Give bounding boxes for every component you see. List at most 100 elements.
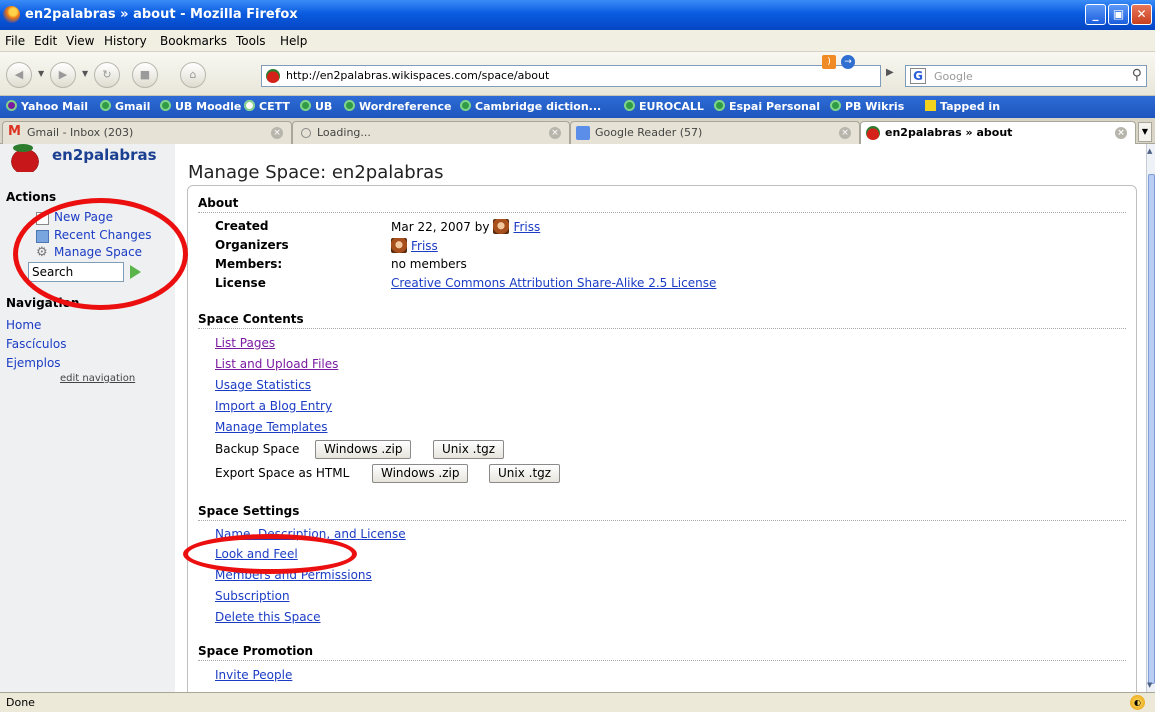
status-bar: Done ◐ bbox=[0, 692, 1155, 712]
status-text: Done bbox=[6, 696, 35, 709]
bookmark-globe-icon bbox=[300, 100, 311, 111]
space-promotion-heading: Space Promotion bbox=[198, 644, 1126, 661]
bookmark-wordreference[interactable]: Wordreference bbox=[344, 100, 451, 113]
backup-windows-zip-button[interactable]: Windows .zip bbox=[315, 440, 412, 459]
export-unix-tgz-button[interactable]: Unix .tgz bbox=[489, 464, 561, 483]
manage-templates-link[interactable]: Manage Templates bbox=[215, 420, 328, 434]
space-settings-heading: Space Settings bbox=[198, 504, 1126, 521]
organizers-label: Organizers bbox=[215, 238, 289, 252]
bookmark-espai-personal[interactable]: Espai Personal bbox=[714, 100, 820, 113]
sidebar-action-recent-changes[interactable]: Recent Changes bbox=[54, 228, 151, 242]
invite-people-link[interactable]: Invite People bbox=[215, 668, 292, 682]
backup-space-label: Backup Space bbox=[215, 442, 300, 456]
menu-bookmarks[interactable]: Bookmarks bbox=[160, 34, 227, 48]
usage-statistics-link[interactable]: Usage Statistics bbox=[215, 378, 311, 392]
bookmark-cambridge[interactable]: Cambridge diction... bbox=[460, 100, 601, 113]
go-icon[interactable]: → bbox=[841, 55, 855, 69]
scroll-down-icon[interactable]: ▼ bbox=[1147, 681, 1152, 689]
sidebar-search-input[interactable] bbox=[28, 262, 124, 282]
backup-unix-tgz-button[interactable]: Unix .tgz bbox=[433, 440, 505, 459]
stop-icon[interactable]: ■ bbox=[132, 62, 158, 88]
bookmark-cett[interactable]: CETT bbox=[244, 100, 290, 113]
bookmark-pb-wikris[interactable]: PB Wikris bbox=[830, 100, 904, 113]
created-label: Created bbox=[215, 219, 269, 233]
tab-en2palabras-about[interactable]: en2palabras » about × bbox=[860, 121, 1136, 145]
list-upload-files-link[interactable]: List and Upload Files bbox=[215, 357, 338, 371]
bookmark-ub-moodle[interactable]: UB Moodle bbox=[160, 100, 241, 113]
created-user-link[interactable]: Friss bbox=[513, 220, 540, 234]
site-name[interactable]: en2palabras bbox=[52, 146, 157, 164]
license-label: License bbox=[215, 276, 266, 290]
tab-close-icon[interactable]: × bbox=[271, 127, 283, 139]
export-html-label: Export Space as HTML bbox=[215, 466, 350, 480]
tapped-in-icon bbox=[925, 100, 936, 111]
bookmark-gmail[interactable]: Gmail bbox=[100, 100, 150, 113]
reload-icon[interactable]: ↻ bbox=[94, 62, 120, 88]
go-arrow-icon[interactable]: ▶ bbox=[886, 67, 894, 78]
scrollbar-thumb[interactable] bbox=[1148, 174, 1155, 684]
tab-loading[interactable]: Loading... × bbox=[292, 121, 570, 144]
close-button[interactable]: ✕ bbox=[1131, 4, 1152, 25]
delete-space-link[interactable]: Delete this Space bbox=[215, 610, 321, 624]
list-pages-link[interactable]: List Pages bbox=[215, 336, 275, 350]
maximize-button[interactable]: ▣ bbox=[1108, 4, 1129, 25]
bookmark-ub[interactable]: UB bbox=[300, 100, 332, 113]
back-history-chevron-icon[interactable]: ▼ bbox=[38, 69, 44, 78]
tab-list-chevron-down-icon[interactable]: ▼ bbox=[1138, 122, 1152, 142]
sidebar-action-new-page[interactable]: New Page bbox=[54, 210, 113, 224]
user-avatar bbox=[391, 238, 407, 253]
addon-status-icon[interactable]: ◐ bbox=[1130, 695, 1145, 710]
loading-icon bbox=[301, 128, 311, 138]
search-icon[interactable]: ⚲ bbox=[1132, 67, 1142, 83]
menu-tools[interactable]: Tools bbox=[236, 34, 266, 48]
forward-icon[interactable]: ▶ bbox=[50, 62, 76, 88]
organizer-link[interactable]: Friss bbox=[411, 239, 438, 253]
sidebar-action-manage-space[interactable]: Manage Space bbox=[54, 245, 142, 259]
vertical-scrollbar[interactable]: ▲ ▼ bbox=[1146, 144, 1155, 692]
sidebar-nav-home[interactable]: Home bbox=[6, 318, 41, 332]
menu-history[interactable]: History bbox=[104, 34, 147, 48]
url-bar[interactable]: http://en2palabras.wikispaces.com/space/… bbox=[261, 65, 881, 87]
actions-heading: Actions bbox=[6, 190, 57, 204]
window-title: en2palabras » about - Mozilla Firefox bbox=[25, 7, 298, 22]
members-permissions-link[interactable]: Members and Permissions bbox=[215, 568, 372, 582]
sidebar-nav-ejemplos[interactable]: Ejemplos bbox=[6, 356, 61, 370]
scroll-up-icon[interactable]: ▲ bbox=[1147, 147, 1152, 155]
forward-history-chevron-icon[interactable]: ▼ bbox=[82, 69, 88, 78]
google-engine-icon[interactable]: G bbox=[910, 68, 926, 84]
menu-help[interactable]: Help bbox=[280, 34, 307, 48]
bookmark-eurocall[interactable]: EUROCALL bbox=[624, 100, 704, 113]
home-icon[interactable]: ⌂ bbox=[180, 62, 206, 88]
bookmark-tapped-in[interactable]: Tapped in bbox=[925, 100, 1000, 113]
menu-view[interactable]: View bbox=[66, 34, 94, 48]
page-title: Manage Space: en2palabras bbox=[188, 162, 444, 183]
name-description-license-link[interactable]: Name, Description, and License bbox=[215, 527, 406, 541]
firefox-icon bbox=[3, 6, 20, 23]
license-link[interactable]: Creative Commons Attribution Share-Alike… bbox=[391, 276, 716, 290]
manage-space-panel: About Created Mar 22, 2007 by Friss Organ… bbox=[187, 185, 1137, 692]
look-and-feel-link[interactable]: Look and Feel bbox=[215, 547, 298, 561]
subscription-link[interactable]: Subscription bbox=[215, 589, 290, 603]
export-windows-zip-button[interactable]: Windows .zip bbox=[372, 464, 469, 483]
tab-google-reader[interactable]: Google Reader (57) × bbox=[570, 121, 860, 144]
back-icon[interactable]: ◀ bbox=[6, 62, 32, 88]
bookmark-globe-icon bbox=[100, 100, 111, 111]
import-blog-entry-link[interactable]: Import a Blog Entry bbox=[215, 399, 332, 413]
user-avatar bbox=[493, 219, 510, 234]
members-value: no members bbox=[391, 257, 467, 271]
menu-file[interactable]: File bbox=[5, 34, 25, 48]
menu-edit[interactable]: Edit bbox=[34, 34, 57, 48]
menu-bar: File Edit View History Bookmarks Tools H… bbox=[0, 30, 1155, 52]
tab-gmail[interactable]: M Gmail - Inbox (203) × bbox=[2, 121, 292, 144]
search-bar[interactable]: G Google ⚲ bbox=[905, 65, 1147, 87]
tab-close-icon[interactable]: × bbox=[549, 127, 561, 139]
tab-close-icon[interactable]: × bbox=[839, 127, 851, 139]
tab-close-icon[interactable]: × bbox=[1115, 127, 1127, 139]
edit-navigation-link[interactable]: edit navigation bbox=[60, 373, 135, 384]
organizers-value: Friss bbox=[391, 238, 438, 253]
search-go-arrow-icon[interactable] bbox=[130, 265, 141, 279]
minimize-button[interactable]: _ bbox=[1085, 4, 1106, 25]
bookmark-yahoo-mail[interactable]: Yahoo Mail bbox=[6, 100, 88, 113]
rss-feed-icon[interactable]: ) bbox=[822, 55, 836, 69]
sidebar-nav-fasciculos[interactable]: Fascículos bbox=[6, 337, 66, 351]
